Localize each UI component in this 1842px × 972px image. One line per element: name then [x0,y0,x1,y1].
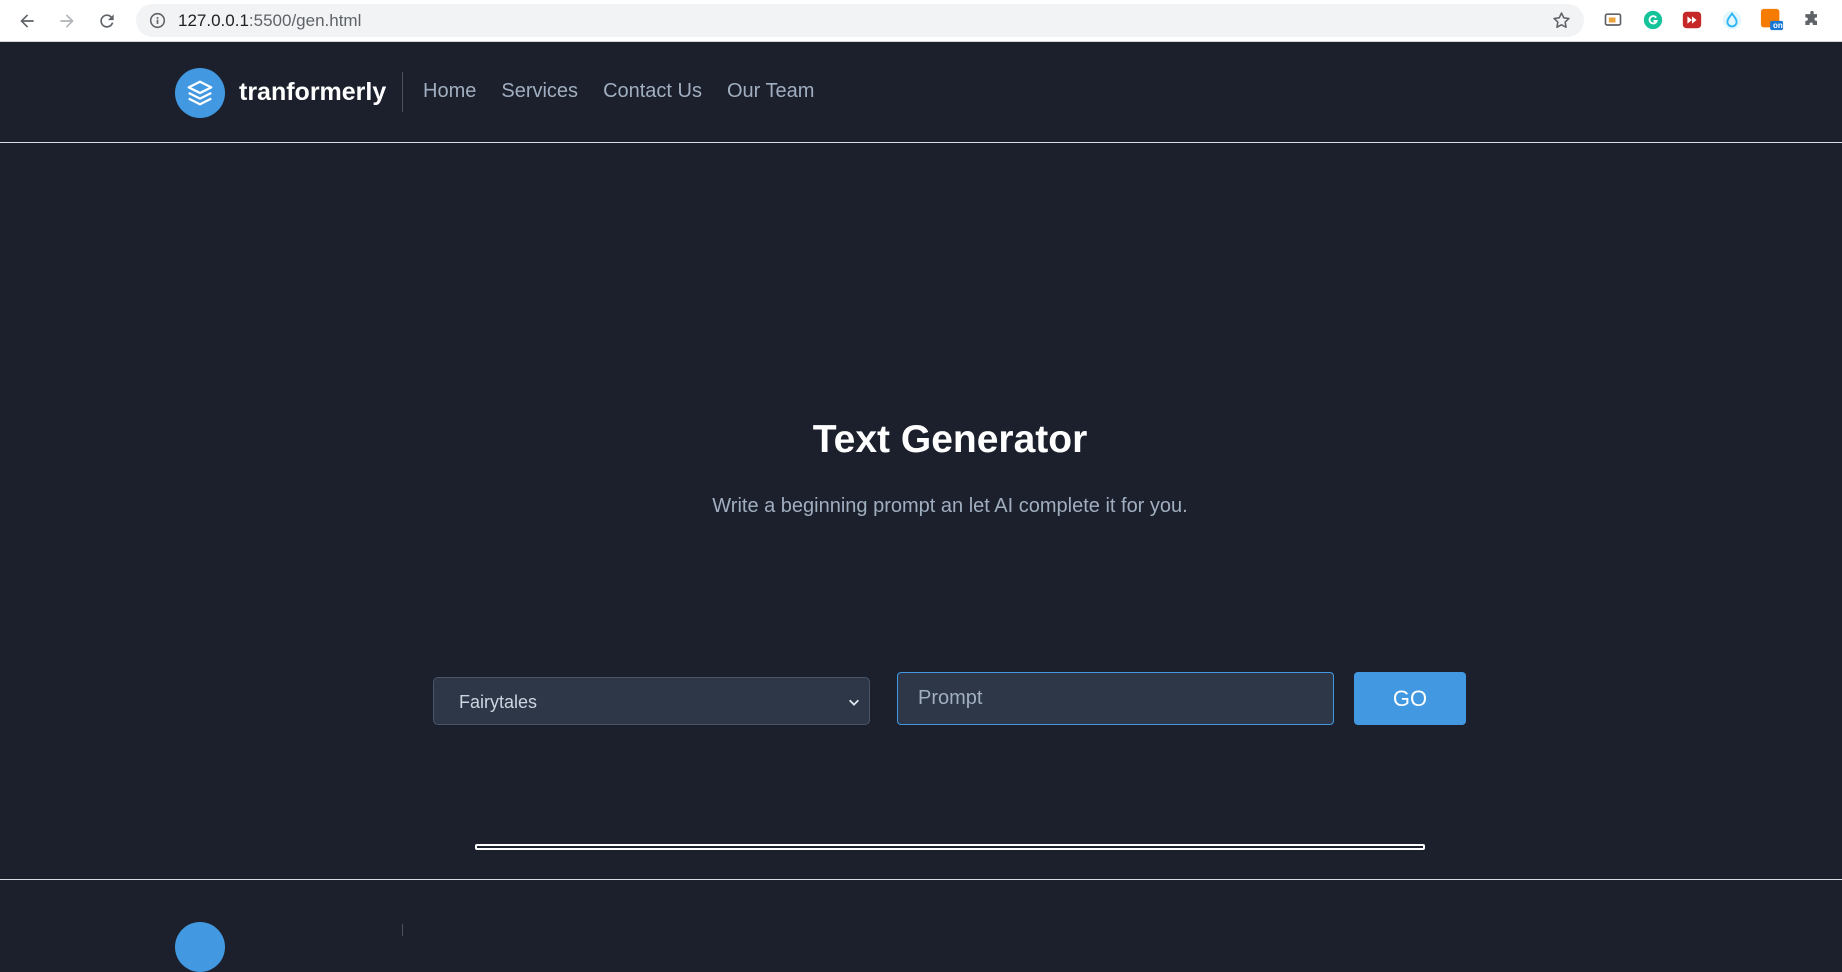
cast-extension-icon[interactable] [1601,8,1625,32]
footer-logo-icon[interactable] [175,922,225,972]
main-nav: Home Services Contact Us Our Team [423,80,839,103]
output-area [475,844,1425,850]
water-drop-extension-icon[interactable] [1720,8,1744,32]
prompt-input[interactable] [897,672,1334,725]
bookmark-star-icon[interactable] [1551,10,1572,31]
footer-divider [402,924,403,936]
nav-home[interactable]: Home [423,80,476,103]
nav-contact-us[interactable]: Contact Us [603,80,702,103]
header-divider [402,72,403,112]
brand-name[interactable]: tranformerly [239,78,386,107]
layers-logo-icon[interactable] [175,68,225,118]
category-select[interactable]: Fairytales [433,677,870,725]
page-title: Text Generator [812,418,1088,461]
puzzle-extensions-icon[interactable] [1800,8,1824,32]
toggle-extension-icon[interactable]: on [1760,8,1784,32]
browser-toolbar: 127.0.0.1:5500/gen.html on [0,0,1842,42]
reload-icon[interactable] [94,8,120,34]
info-icon[interactable] [149,12,166,29]
forward-arrow-icon[interactable] [54,8,80,34]
site-header: tranformerly Home Services Contact Us Ou… [0,42,1842,143]
site-footer [0,879,1842,972]
page-subtitle: Write a beginning prompt an let AI compl… [712,495,1188,517]
grammarly-icon[interactable] [1641,8,1665,32]
address-bar[interactable]: 127.0.0.1:5500/gen.html [136,4,1584,37]
extension-badge: on [1773,21,1783,30]
url-path: :5500/gen.html [248,11,362,30]
media-extension-icon[interactable] [1680,8,1704,32]
nav-our-team[interactable]: Our Team [727,80,814,103]
nav-services[interactable]: Services [501,80,578,103]
profile-avatar-icon[interactable] [1836,8,1842,32]
url-text[interactable]: 127.0.0.1:5500/gen.html [178,11,361,31]
url-host: 127.0.0.1 [178,11,249,30]
category-select-value: Fairytales [459,692,538,712]
go-button[interactable]: GO [1354,672,1466,725]
back-arrow-icon[interactable] [14,8,40,34]
chevron-down-icon [849,699,859,706]
